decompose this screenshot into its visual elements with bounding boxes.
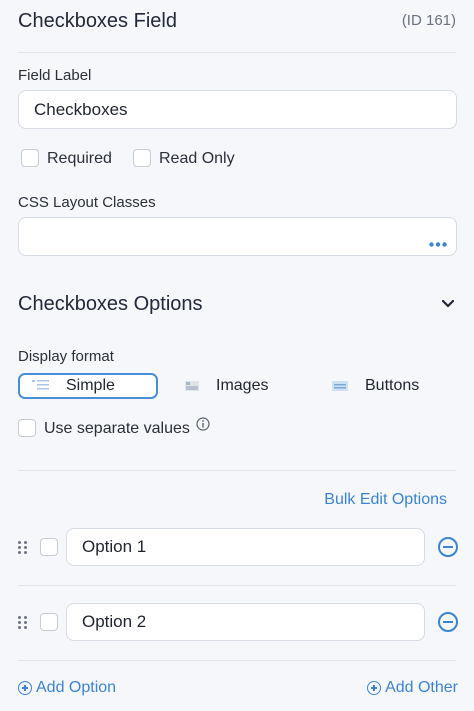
bulk-edit-options-link[interactable]: Bulk Edit Options xyxy=(324,491,447,509)
format-buttons-label[interactable]: Buttons xyxy=(365,377,419,395)
footer-divider xyxy=(18,660,456,661)
required-label: Required xyxy=(47,150,112,167)
option-2-input[interactable]: Option 2 xyxy=(66,603,425,641)
panel-title: Checkboxes Field xyxy=(18,10,177,32)
field-label-caption: Field Label xyxy=(18,67,92,84)
ellipsis-icon[interactable] xyxy=(429,234,447,247)
remove-option-2-icon[interactable] xyxy=(438,612,458,632)
css-classes-caption: CSS Layout Classes xyxy=(18,194,156,211)
option-1-checkbox[interactable] xyxy=(40,538,58,556)
format-simple-label: Simple xyxy=(66,377,115,394)
separate-values-checkbox[interactable] xyxy=(18,419,36,437)
required-checkbox[interactable] xyxy=(21,149,39,167)
separate-values-label: Use separate values xyxy=(44,420,190,437)
plus-circle-icon xyxy=(367,681,382,695)
drag-handle-icon[interactable] xyxy=(18,616,28,630)
option-1-value: Option 1 xyxy=(82,537,147,556)
option-1-input[interactable]: Option 1 xyxy=(66,528,425,566)
options-divider xyxy=(18,470,456,471)
image-icon[interactable] xyxy=(184,379,200,397)
info-icon[interactable] xyxy=(196,417,210,436)
add-option-label: Add Option xyxy=(36,679,117,696)
header-divider xyxy=(18,52,456,53)
field-label-input[interactable]: Checkboxes xyxy=(18,90,457,129)
option-2-checkbox[interactable] xyxy=(40,613,58,631)
drag-handle-icon[interactable] xyxy=(18,541,28,555)
add-other-label: Add Other xyxy=(385,679,458,696)
remove-option-1-icon[interactable] xyxy=(438,537,458,557)
list-icon xyxy=(32,378,50,397)
read-only-label: Read Only xyxy=(159,150,235,167)
display-format-label: Display format xyxy=(18,348,114,365)
format-images-label[interactable]: Images xyxy=(216,377,268,395)
field-id: (ID 161) xyxy=(401,12,456,29)
read-only-checkbox[interactable] xyxy=(133,149,151,167)
add-option-link[interactable]: Add Option xyxy=(18,679,116,697)
option-divider xyxy=(18,585,456,586)
plus-circle-icon xyxy=(18,681,32,695)
chevron-down-icon[interactable] xyxy=(441,296,455,314)
options-section-title: Checkboxes Options xyxy=(18,293,203,315)
field-label-value: Checkboxes xyxy=(34,99,128,119)
css-classes-input[interactable] xyxy=(18,217,457,256)
option-2-value: Option 2 xyxy=(82,612,147,631)
buttons-icon[interactable] xyxy=(331,379,349,397)
add-other-link[interactable]: Add Other xyxy=(367,679,458,697)
